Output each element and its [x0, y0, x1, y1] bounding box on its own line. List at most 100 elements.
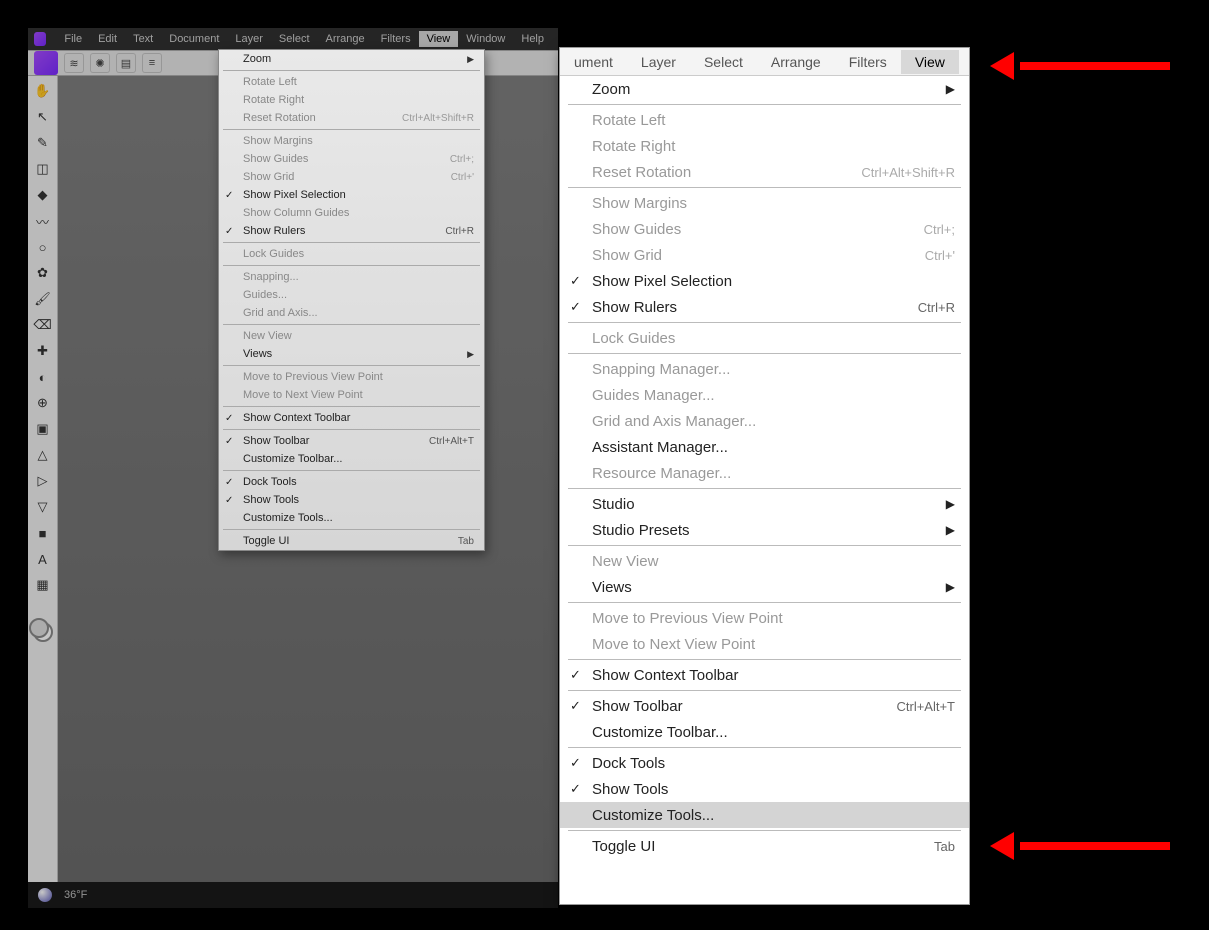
- zoom-view-item-zoom[interactable]: Zoom▶: [560, 76, 969, 102]
- tool-pen[interactable]: ✎: [34, 134, 52, 152]
- enlarged-menubar: umentLayerSelectArrangeFiltersView: [560, 48, 969, 76]
- tool-crop[interactable]: ◫: [34, 160, 52, 178]
- zoom-menu-ument[interactable]: ument: [560, 50, 627, 74]
- menu-item-label: Show Toolbar: [592, 698, 683, 715]
- zoom-view-item-assistant-manager[interactable]: Assistant Manager...: [560, 434, 969, 460]
- zoom-view-item-move-to-next-view-point: Move to Next View Point: [560, 631, 969, 657]
- zoom-menu-view[interactable]: View: [901, 50, 959, 74]
- tool-asset[interactable]: ▦: [34, 576, 52, 594]
- view-item-rotate-right: Rotate Right: [219, 91, 484, 109]
- zoom-view-item-customize-toolbar[interactable]: Customize Toolbar...: [560, 719, 969, 745]
- submenu-arrow-icon: ▶: [946, 523, 955, 537]
- menu-item-label: Views: [592, 579, 632, 596]
- view-item-customize-tools[interactable]: Customize Tools...: [219, 509, 484, 527]
- menu-separator: [223, 324, 480, 325]
- menu-separator: [568, 488, 961, 489]
- zoom-view-item-show-tools[interactable]: ✓Show Tools: [560, 776, 969, 802]
- zoom-view-item-show-pixel-selection[interactable]: ✓Show Pixel Selection: [560, 268, 969, 294]
- check-icon: ✓: [570, 273, 581, 289]
- zoom-view-item-show-toolbar[interactable]: ✓Show ToolbarCtrl+Alt+T: [560, 693, 969, 719]
- zoom-view-item-studio-presets[interactable]: Studio Presets▶: [560, 517, 969, 543]
- tool-marquee[interactable]: ○: [34, 238, 52, 256]
- menu-arrange[interactable]: Arrange: [318, 31, 373, 47]
- menu-item-label: Move to Previous View Point: [592, 610, 783, 627]
- toolbar-button[interactable]: ≡: [142, 53, 162, 73]
- menu-shortcut: Ctrl+': [925, 248, 955, 263]
- view-item-show-context-toolbar[interactable]: ✓Show Context Toolbar: [219, 409, 484, 427]
- menu-view[interactable]: View: [419, 31, 459, 47]
- tool-clone[interactable]: ✿: [34, 264, 52, 282]
- view-item-customize-toolbar[interactable]: Customize Toolbar...: [219, 450, 484, 468]
- menu-window[interactable]: Window: [458, 31, 513, 47]
- tool-fill[interactable]: ▣: [34, 420, 52, 438]
- menu-file[interactable]: File: [56, 31, 90, 47]
- zoom-menu-filters[interactable]: Filters: [835, 50, 901, 74]
- zoom-menu-select[interactable]: Select: [690, 50, 757, 74]
- menu-document[interactable]: Document: [161, 31, 227, 47]
- check-icon: ✓: [225, 495, 233, 506]
- view-item-views[interactable]: Views▶: [219, 345, 484, 363]
- menu-item-label: Move to Next View Point: [592, 636, 755, 653]
- menu-help[interactable]: Help: [513, 31, 552, 47]
- color-swatch[interactable]: [33, 622, 53, 642]
- zoom-menu-arrange[interactable]: Arrange: [757, 50, 835, 74]
- tool-dodge[interactable]: ◐: [34, 368, 52, 386]
- menu-item-label: Snapping...: [243, 271, 299, 283]
- enlarged-view-dropdown[interactable]: Zoom▶Rotate LeftRotate RightReset Rotati…: [560, 76, 969, 859]
- zoom-view-item-show-rulers[interactable]: ✓Show RulersCtrl+R: [560, 294, 969, 320]
- menu-text[interactable]: Text: [125, 31, 161, 47]
- menu-item-label: Lock Guides: [243, 248, 304, 260]
- menu-select[interactable]: Select: [271, 31, 318, 47]
- zoom-view-item-customize-tools[interactable]: Customize Tools...: [560, 802, 969, 828]
- view-item-show-toolbar[interactable]: ✓Show ToolbarCtrl+Alt+T: [219, 432, 484, 450]
- menu-filters[interactable]: Filters: [373, 31, 419, 47]
- menu-item-label: Show Context Toolbar: [592, 667, 738, 684]
- tool-node[interactable]: ◆: [34, 186, 52, 204]
- submenu-arrow-icon: ▶: [946, 580, 955, 594]
- zoom-view-item-show-context-toolbar[interactable]: ✓Show Context Toolbar: [560, 662, 969, 688]
- menu-separator: [568, 104, 961, 105]
- tool-heal[interactable]: ✚: [34, 342, 52, 360]
- view-item-show-rulers[interactable]: ✓Show RulersCtrl+R: [219, 222, 484, 240]
- tool-move[interactable]: ↖: [34, 108, 52, 126]
- menu-item-label: Show Guides: [592, 221, 681, 238]
- tool-spray[interactable]: 〰: [34, 212, 52, 230]
- view-item-toggle-ui[interactable]: Toggle UITab: [219, 532, 484, 550]
- tool-brush[interactable]: 🖌: [34, 290, 52, 308]
- menu-item-label: Show Grid: [243, 171, 294, 183]
- zoom-view-item-dock-tools[interactable]: ✓Dock Tools: [560, 750, 969, 776]
- tool-text[interactable]: A: [34, 550, 52, 568]
- tool-vector[interactable]: ▽: [34, 498, 52, 516]
- zoom-view-item-views[interactable]: Views ▶: [560, 574, 969, 600]
- menu-item-label: Reset Rotation: [243, 112, 316, 124]
- menu-edit[interactable]: Edit: [90, 31, 125, 47]
- menu-shortcut: Ctrl+': [451, 172, 474, 183]
- view-item-dock-tools[interactable]: ✓Dock Tools: [219, 473, 484, 491]
- view-item-zoom[interactable]: Zoom▶: [219, 50, 484, 68]
- tool-shape[interactable]: ▷: [34, 472, 52, 490]
- toolbar-button[interactable]: ▤: [116, 53, 136, 73]
- tool-stamp[interactable]: ⊕: [34, 394, 52, 412]
- menu-separator: [568, 830, 961, 831]
- view-item-show-tools[interactable]: ✓Show Tools: [219, 491, 484, 509]
- persona-icon[interactable]: [34, 51, 58, 75]
- zoom-view-item-studio[interactable]: Studio▶: [560, 491, 969, 517]
- toolbar-button[interactable]: ✺: [90, 53, 110, 73]
- menu-item-label: Show Pixel Selection: [243, 189, 346, 201]
- zoom-view-item-toggle-ui[interactable]: Toggle UITab: [560, 833, 969, 859]
- toolbar-button[interactable]: ≋: [64, 53, 84, 73]
- menu-item-label: Assistant Manager...: [592, 439, 728, 456]
- view-item-show-column-guides: Show Column Guides: [219, 204, 484, 222]
- tool-rect[interactable]: ■: [34, 524, 52, 542]
- menu-shortcut: Ctrl+;: [450, 154, 474, 165]
- menu-layer[interactable]: Layer: [227, 31, 271, 47]
- menu-shortcut: Tab: [458, 536, 474, 547]
- zoom-view-item-snapping-manager: Snapping Manager...: [560, 356, 969, 382]
- view-item-show-pixel-selection[interactable]: ✓Show Pixel Selection: [219, 186, 484, 204]
- tool-eraser[interactable]: ⌫: [34, 316, 52, 334]
- menubar: FileEditTextDocumentLayerSelectArrangeFi…: [28, 28, 558, 50]
- view-menu-dropdown[interactable]: Zoom▶Rotate LeftRotate RightReset Rotati…: [218, 49, 485, 551]
- tool-hand[interactable]: ✋: [34, 82, 52, 100]
- tool-mesh[interactable]: △: [34, 446, 52, 464]
- zoom-menu-layer[interactable]: Layer: [627, 50, 690, 74]
